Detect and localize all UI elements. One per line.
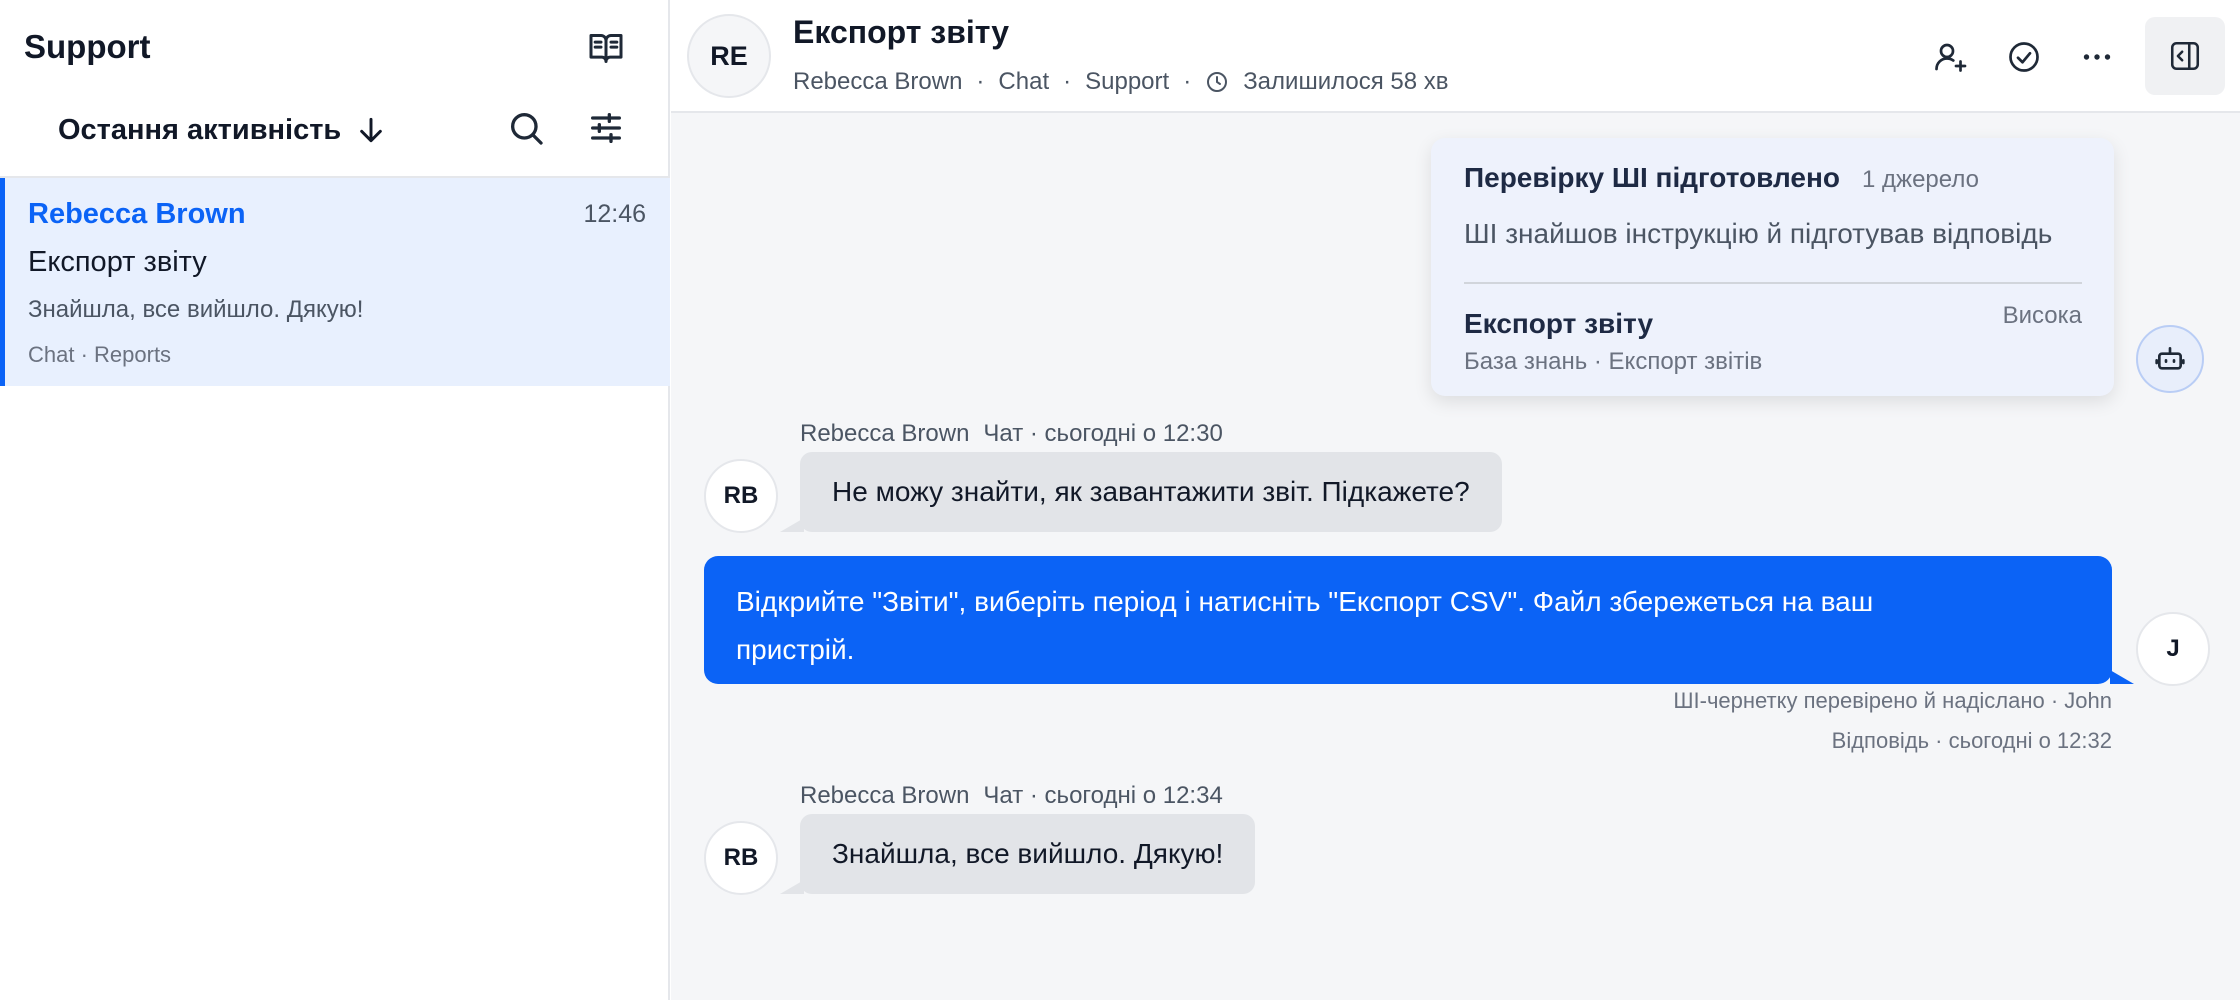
message-text: Відкрийте "Звіти", виберіть період і нат… [736,586,1874,665]
sla-timer: Залишилося 58 хв [1243,68,1449,95]
conversation-preview: Знайшла, все вийшло. Дякую! [28,296,364,323]
knowledge-article-meta: База знань · Експорт звітів [1464,348,1763,375]
priority-badge: Висока [2002,302,2082,329]
ai-sources-count[interactable]: 1 джерело [1862,166,1979,194]
customer-name[interactable]: Rebecca Brown [793,68,962,96]
avatar: J [2136,612,2210,686]
side-panel-icon[interactable] [2145,17,2225,95]
avatar: RE [687,14,771,98]
bot-avatar [2136,325,2204,393]
separator: · [1183,68,1192,95]
sort-label: Остання активність [58,113,342,146]
ai-review-card[interactable]: Перевірку ШІ підготовлено 1 джерело ШІ з… [1431,138,2114,396]
resolve-check-icon[interactable] [2003,36,2045,78]
message-text: Не можу знайти, як завантажити звіт. Під… [832,476,1470,507]
channel-label: Chat [998,68,1050,95]
message-timestamp: Чат · сьогодні о 12:30 [983,420,1223,447]
team-label: Support [1085,68,1170,95]
more-icon[interactable] [2076,36,2118,78]
message-meta: Rebecca Brown Чат · сьогодні о 12:30 [800,420,1223,448]
message-text: Знайшла, все вийшло. Дякую! [832,838,1224,869]
sort-button[interactable]: Остання активність [58,108,387,152]
conversation-subject: Експорт звіту [28,246,207,278]
message-timestamp: Відповідь · сьогодні о 12:32 [1831,728,2112,753]
message-status-note: ШІ-чернетку перевірено й надіслано · Joh… [1673,688,2112,713]
separator: · [976,68,985,95]
divider [1464,282,2082,284]
avatar: RB [704,821,778,895]
message-bubble-incoming: Знайшла, все вийшло. Дякую! [779,814,1256,894]
message-meta: Rebecca Brown Чат · сьогодні о 12:34 [800,782,1223,810]
filter-icon[interactable] [586,108,626,148]
assign-user-icon[interactable] [1929,36,1971,78]
ai-card-title: Перевірку ШІ підготовлено [1464,162,1840,193]
conversation-customer-name: Rebecca Brown [28,198,246,230]
book-icon[interactable] [586,28,626,68]
message-bubble-incoming: Не можу знайти, як завантажити звіт. Під… [780,452,1502,532]
page-title: Експорт звіту [793,14,1010,50]
message-author: Rebecca Brown [800,420,970,447]
ai-summary: ШІ знайшов інструкцію й підготував відпо… [1464,218,2053,249]
arrow-down-icon [360,117,383,143]
conversation-panel: RE Експорт звіту Rebecca Brown · Chat · … [671,0,2240,1000]
conversation-meta-bar: Rebecca Brown · Chat · Support · Залишил… [793,68,1449,96]
clock-icon [1207,72,1228,92]
message-author: Rebecca Brown [800,782,970,809]
avatar: RB [704,459,778,533]
separator: · [1063,68,1072,95]
sidebar: Support Остання активність Rebecca Brown… [0,0,670,1000]
conversation-time: 12:46 [583,200,646,228]
message-timestamp: Чат · сьогодні о 12:34 [983,782,1223,809]
sidebar-title: Support [24,28,151,65]
conversation-header: RE Експорт звіту Rebecca Brown · Chat · … [671,0,2240,113]
conversation-meta: Chat · Reports [28,342,172,367]
search-icon[interactable] [506,108,546,148]
message-bubble-outgoing: Відкрийте "Звіти", виберіть період і нат… [704,556,2134,684]
knowledge-article-link[interactable]: Експорт звіту [1464,308,1653,340]
conversation-list-item[interactable]: Rebecca Brown 12:46 Експорт звіту Знайшл… [0,178,670,386]
bot-icon [2155,347,2185,370]
